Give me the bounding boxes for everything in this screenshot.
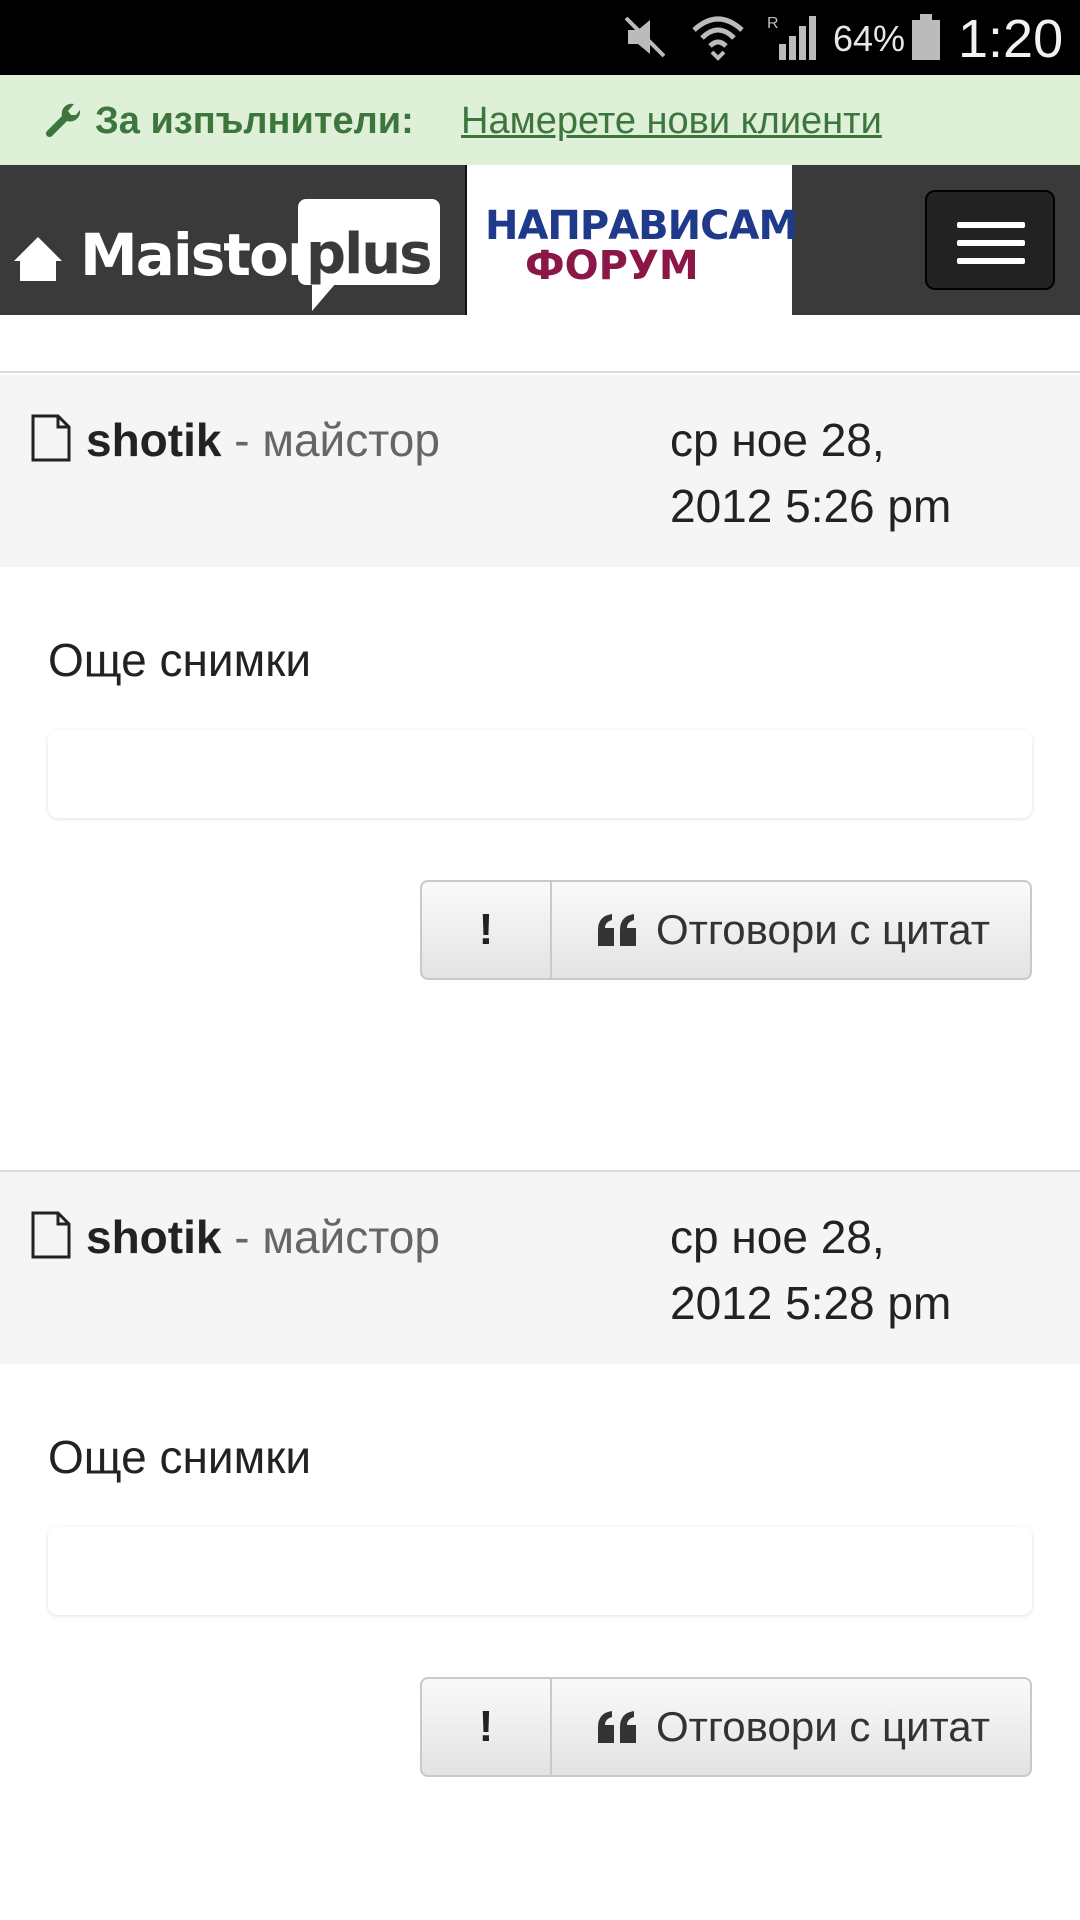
post-content: Още снимки (48, 1431, 312, 1483)
promo-label: За изпълнители: (95, 100, 414, 142)
post-header: shotik - майстор ср ное 28, 2012 5:28 pm (0, 1172, 1080, 1364)
post-attachment-panel (48, 730, 1032, 818)
battery-percentage: 64% (833, 18, 906, 59)
top-spacer (0, 315, 1080, 373)
mute-icon (620, 12, 670, 67)
svg-text:Maistor: Maistor (80, 221, 316, 289)
signal-icon: R (765, 12, 817, 69)
post-date: ср ное 28, (670, 414, 885, 466)
wrench-icon (44, 102, 84, 147)
post-author-line: shotik - майстор (86, 1210, 440, 1264)
quote-icon (596, 912, 638, 948)
post-author-role: - майстор (221, 1211, 440, 1263)
battery-icon (910, 12, 942, 67)
report-button[interactable]: ! (422, 1679, 552, 1775)
wifi-icon (690, 12, 746, 69)
post-header: shotik - майстор ср ное 28, 2012 5:26 pm (0, 375, 1080, 567)
post-file-icon[interactable] (30, 413, 72, 468)
quote-reply-label: Отговори с цитат (656, 906, 990, 953)
post-content: Още снимки (48, 634, 312, 686)
post-file-icon[interactable] (30, 1210, 72, 1265)
forum-logo-bottom: ФОРУМ (525, 243, 699, 289)
clock: 1:20 (958, 9, 1064, 69)
post-author[interactable]: shotik (86, 1211, 221, 1263)
post-author-line: shotik - майстор (86, 413, 440, 467)
quote-reply-button[interactable]: Отговори с цитат (552, 882, 1030, 978)
post-author-role: - майстор (221, 414, 440, 466)
report-button[interactable]: ! (422, 882, 552, 978)
post-attachment-panel (48, 1527, 1032, 1615)
forum-post: shotik - майстор ср ное 28, 2012 5:28 pm… (0, 1172, 1080, 1920)
promo-bar: За изпълнители: Намерете нови клиенти (0, 75, 1080, 165)
find-clients-link[interactable]: Намерете нови клиенти (461, 100, 882, 143)
quote-icon (596, 1709, 638, 1745)
status-bar: R 64% 1:20 (0, 0, 1080, 75)
menu-toggle-button[interactable] (925, 190, 1055, 290)
quote-reply-button[interactable]: Отговори с цитат (552, 1679, 1030, 1775)
post-action-buttons: ! Отговори с цитат (420, 880, 1032, 980)
post-action-buttons: ! Отговори с цитат (420, 1677, 1032, 1777)
svg-text:plus: plus (306, 222, 430, 287)
maistorplus-logo[interactable]: Maistor plus (0, 165, 467, 315)
post-time: 2012 5:26 pm (670, 480, 952, 532)
post-time: 2012 5:28 pm (670, 1277, 952, 1329)
svg-text:R: R (767, 15, 779, 32)
quote-reply-label: Отговори с цитат (656, 1703, 990, 1750)
forum-post: shotik - майстор ср ное 28, 2012 5:26 pm… (0, 375, 1080, 1170)
post-author[interactable]: shotik (86, 414, 221, 466)
post-date: ср ное 28, (670, 1211, 885, 1263)
napravisam-forum-logo[interactable]: НАПРАВИСАМ ФОРУМ (467, 165, 798, 315)
nav-header: Maistor plus НАПРАВИСАМ ФОРУМ (0, 165, 1080, 315)
